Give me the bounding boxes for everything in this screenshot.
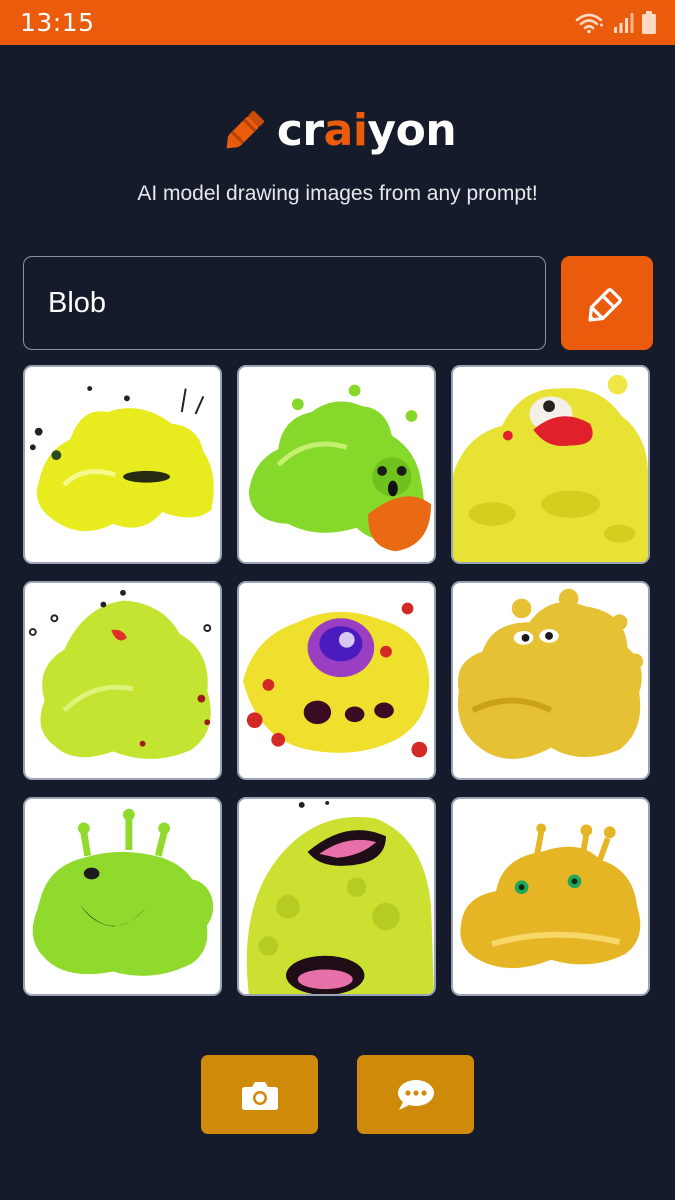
draw-button[interactable] [561,256,653,350]
image-golden-tentacle-blob [457,588,644,759]
signal-icon [614,12,634,33]
generated-image[interactable] [451,797,650,996]
logo-text-part-1: cr [276,104,324,156]
logo-text: craiyon [276,104,457,156]
image-yellow-blob-with-red-mouth [453,374,648,562]
image-golden-puddle-blob [460,823,641,969]
image-green-blob-with-face [248,384,432,552]
status-icons [575,10,657,35]
prompt-input[interactable] [23,256,546,350]
image-green-smiling-blob [28,589,212,759]
status-bar: 13:15 [0,0,675,45]
chat-icon [397,1079,434,1110]
image-lime-blob-open-mouth [246,800,434,994]
camera-button[interactable] [201,1055,318,1134]
generated-image[interactable] [23,365,222,564]
crayon-icon [226,111,264,149]
tagline: AI model drawing images from any prompt! [137,182,538,205]
image-green-antenna-blob [32,808,214,976]
chat-button[interactable] [357,1055,474,1134]
generated-image[interactable] [451,365,650,564]
generated-image[interactable] [23,581,222,780]
image-yellow-splash-blob [29,386,214,532]
image-yellow-spotted-blob [242,602,430,758]
logo-text-part-2: ai [323,104,368,156]
generated-image[interactable] [237,797,436,996]
generated-image[interactable] [451,581,650,780]
crayon-icon [588,288,622,322]
generated-image[interactable] [237,365,436,564]
image-grid [23,365,650,996]
craiyon-logo: craiyon [0,104,675,156]
wifi-icon [575,13,603,33]
status-time: 13:15 [20,8,95,37]
generated-image[interactable] [23,797,222,996]
logo-text-part-3: yon [367,104,457,156]
battery-icon [642,10,656,34]
generated-image[interactable] [237,581,436,780]
camera-icon [241,1081,278,1110]
